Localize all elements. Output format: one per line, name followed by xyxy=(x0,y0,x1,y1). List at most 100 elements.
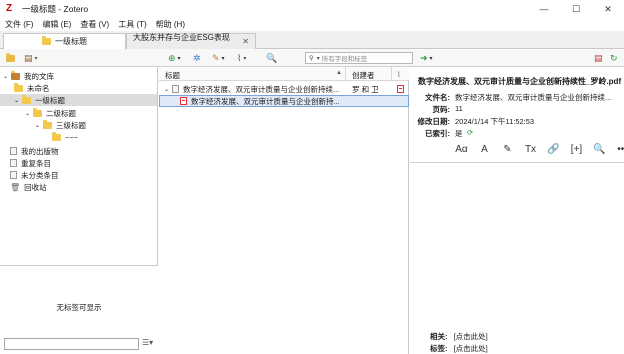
text-size-icon[interactable]: Aα xyxy=(450,144,473,155)
collection-untitled[interactable]: 未命名 xyxy=(14,82,50,94)
text-color-icon[interactable]: A xyxy=(473,144,496,155)
chevron-down-icon: ⌄ xyxy=(35,122,41,129)
link-icon[interactable]: 🔗 xyxy=(542,144,565,155)
collection-duplicates[interactable]: 重复条目 xyxy=(10,157,51,169)
journal-article-icon xyxy=(172,85,179,93)
collection-level2[interactable]: ⌄ 二级标题 xyxy=(25,107,76,119)
item-row[interactable]: ⌄ 数字经济发展、双元审计质量与企业创新持续... 罗 和 卫 xyxy=(159,83,409,95)
new-item-button[interactable]: ⊕ ▾ xyxy=(168,52,181,64)
library-actions-button[interactable]: ▤ ▾ xyxy=(24,52,38,64)
menu-tools[interactable]: 工具 (T) xyxy=(118,19,146,30)
column-divider xyxy=(345,67,346,81)
folder-icon xyxy=(42,36,51,45)
title-bar: Z 一级标题 - Zotero — ☐ ✕ xyxy=(0,0,624,18)
no-tags-message: 无标签可显示 xyxy=(56,303,102,312)
item-title: 数字经济发展、双元审计质量与企业创新持... xyxy=(191,96,340,106)
paperclip-icon: ⌇ xyxy=(237,52,242,63)
field-value: 11 xyxy=(455,104,463,113)
advanced-search-button[interactable]: 🔍 xyxy=(266,52,277,64)
unfiled-icon xyxy=(10,171,17,179)
chevron-down-icon[interactable]: ⌄ xyxy=(164,86,172,93)
chevron-down-icon: ▾ xyxy=(34,55,38,62)
collection-level4[interactable]: ~~~ xyxy=(52,131,78,143)
reindex-icon[interactable]: ⟳ xyxy=(467,128,473,137)
more-icon[interactable]: ••• xyxy=(611,144,624,155)
chevron-down-icon: ▾ xyxy=(429,55,433,62)
chevron-down-icon: ⌄ xyxy=(3,73,9,80)
minimize-button[interactable]: — xyxy=(528,0,560,18)
column-creator[interactable]: 创建者 xyxy=(352,70,375,81)
related-label: 相关: xyxy=(430,332,448,341)
attachments-column-icon[interactable]: ⌇ xyxy=(397,70,401,79)
collection-unfiled[interactable]: 未分类条目 xyxy=(10,169,59,181)
note-icon: ✎ xyxy=(212,52,220,63)
folder-icon xyxy=(14,82,23,92)
items-pane: 标题 ▲ 创建者 ⌇ ⌄ 数字经济发展、双元审计质量与企业创新持续... 罗 和… xyxy=(159,67,409,354)
chevron-down-icon: ▾ xyxy=(243,55,247,62)
tab-library[interactable]: 一级标题 xyxy=(3,33,126,49)
tag-selector: 无标签可显示 ☰▾ xyxy=(0,265,158,354)
locate-button[interactable]: ➜ ▾ xyxy=(420,52,433,64)
menu-bar: 文件 (F) 编辑 (E) 查看 (V) 工具 (T) 帮助 (H) xyxy=(0,18,624,31)
search-input[interactable]: ⚲ ▾ 所有字段和标签 xyxy=(305,52,413,64)
folder-icon xyxy=(33,107,42,117)
collection-label: 二级标题 xyxy=(46,108,76,118)
items-column-header: 标题 ▲ 创建者 ⌇ xyxy=(159,67,409,81)
field-label: 修改日期: xyxy=(417,117,451,126)
tags-link[interactable]: [点击此处] xyxy=(454,344,488,353)
search-icon: ⚲ xyxy=(309,55,314,62)
collection-level1[interactable]: ⌄ 一级标题 xyxy=(0,94,157,106)
close-window-button[interactable]: ✕ xyxy=(592,0,624,18)
menu-edit[interactable]: 编辑 (E) xyxy=(42,19,71,30)
collection-trash[interactable]: 🗑 回收站 xyxy=(10,181,47,193)
attachment-row[interactable]: 数字经济发展、双元审计质量与企业创新持... xyxy=(159,95,409,107)
close-tab-icon[interactable]: ✕ xyxy=(242,37,249,46)
search-placeholder: 所有字段和标签 xyxy=(321,56,368,63)
item-title: 数字经济发展、双元审计质量与企业创新持续... xyxy=(183,84,340,94)
tab-pdf-reader[interactable]: 大股东并存与企业ESG表现 ... ✕ xyxy=(126,33,256,52)
collection-my-publications[interactable]: 我的出版物 xyxy=(10,145,59,157)
magic-wand-icon: ✲ xyxy=(193,52,201,63)
collection-label: 回收站 xyxy=(24,182,47,192)
field-value: 2024/1/14 下午11:52:53 xyxy=(455,117,535,126)
field-value[interactable]: 数字经济发展、双元审计质量与企业创新持续... xyxy=(455,92,611,103)
menu-view[interactable]: 查看 (V) xyxy=(80,19,109,30)
new-collection-button[interactable] xyxy=(6,52,19,64)
field-label: 页码: xyxy=(432,105,451,114)
highlight-icon[interactable]: ✎ xyxy=(496,144,519,155)
new-note-button[interactable]: ✎ ▾ xyxy=(212,52,225,64)
item-creator: 罗 和 卫 xyxy=(352,84,379,94)
collection-label: 重复条目 xyxy=(21,158,51,168)
pdf-tool-button[interactable]: ▤ xyxy=(594,52,603,64)
pdf-icon xyxy=(180,97,187,105)
pdf-attachment-icon[interactable] xyxy=(397,85,404,93)
tag-actions-icon[interactable]: ☰▾ xyxy=(142,338,153,347)
related-link[interactable]: [点击此处] xyxy=(454,332,488,341)
maximize-button[interactable]: ☐ xyxy=(560,0,592,18)
folder-icon xyxy=(52,131,61,141)
collection-label: ~~~ xyxy=(65,132,79,142)
library-icon: ▤ xyxy=(24,52,33,63)
column-divider xyxy=(391,67,392,81)
tag-filter-input[interactable] xyxy=(4,338,139,350)
find-icon[interactable]: 🔍 xyxy=(588,144,611,155)
divider xyxy=(410,162,624,163)
add-attachment-button[interactable]: ⌇ ▾ xyxy=(237,52,246,64)
insert-citation-icon[interactable]: [+] xyxy=(565,144,588,155)
field-value: 是 xyxy=(455,129,463,138)
menu-help[interactable]: 帮助 (H) xyxy=(156,19,185,30)
collection-my-library[interactable]: ⌄ 我的文库 xyxy=(3,70,54,82)
menu-file[interactable]: 文件 (F) xyxy=(5,19,33,30)
field-label: 已索引: xyxy=(425,129,450,138)
window-title: 一级标题 - Zotero xyxy=(22,4,89,14)
arrow-right-icon: ➜ xyxy=(420,52,428,63)
chevron-down-icon: ▾ xyxy=(177,55,181,62)
add-by-identifier-button[interactable]: ✲ xyxy=(193,52,201,64)
column-title[interactable]: 标题 xyxy=(165,70,180,81)
sync-button[interactable]: ↻ xyxy=(610,52,618,64)
collection-level3[interactable]: ⌄ 三级标题 xyxy=(35,119,86,131)
attachment-title[interactable]: 数字经济发展、双元审计质量与企业创新持续性_罗岭.pdf xyxy=(418,76,621,87)
related-row: 相关: [点击此处] xyxy=(430,331,488,342)
clear-format-icon[interactable]: Tx xyxy=(519,144,542,155)
chevron-down-icon: ⌄ xyxy=(14,97,20,104)
